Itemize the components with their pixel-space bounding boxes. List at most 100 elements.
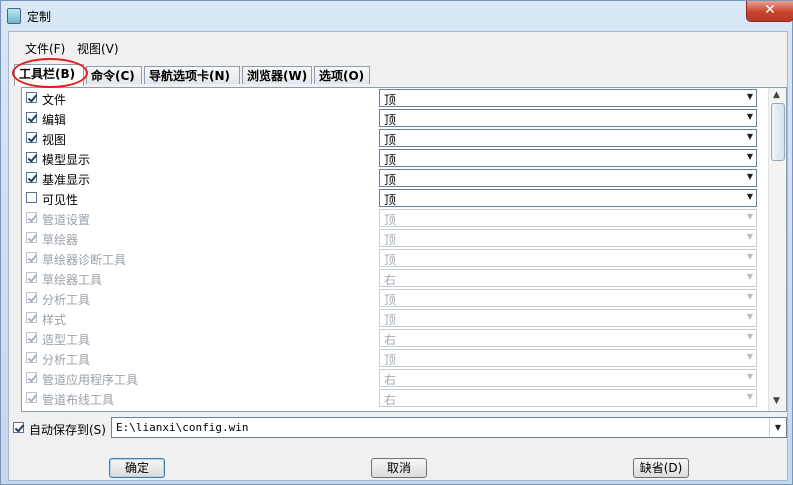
toolbar-position-value: 右: [384, 333, 397, 347]
toolbar-position-value: 顶: [384, 233, 397, 247]
autosave-checkbox[interactable]: [13, 422, 25, 433]
toolbar-row: 管道应用程序工具右 ▼: [22, 368, 764, 388]
check-icon: [27, 292, 38, 303]
toolbar-position-value: 右: [384, 373, 397, 387]
toolbar-position-select: 右 ▼: [379, 369, 757, 387]
toolbar-position-select: 顶 ▼: [379, 309, 757, 327]
menu-bar: 文件(F) 视图(V): [9, 32, 787, 58]
toolbar-checkbox[interactable]: [26, 152, 38, 163]
chevron-down-icon: ▼: [746, 392, 753, 401]
toolbar-label: 分析工具: [42, 353, 91, 367]
customize-dialog: 定制 ✕ 文件(F) 视图(V) 工具栏(B) 命令(C) 导航选项卡(N) 浏…: [0, 0, 793, 485]
toolbar-label: 样式: [42, 313, 67, 327]
chevron-down-icon: ▼: [746, 252, 753, 261]
annotation-highlight-circle: [12, 58, 88, 88]
chevron-down-icon: ▼: [746, 292, 753, 301]
toolbar-position-value: 顶: [384, 193, 397, 207]
toolbar-position-select[interactable]: 顶 ▼: [379, 149, 757, 167]
toolbar-position-value: 顶: [384, 93, 397, 107]
chevron-down-icon: ▼: [746, 332, 753, 341]
toolbar-row: 草绘器工具右 ▼: [22, 268, 764, 288]
toolbar-position-value: 顶: [384, 113, 397, 127]
scroll-down-icon[interactable]: ▼: [773, 396, 780, 406]
toolbar-row: 管道布线工具右 ▼: [22, 388, 764, 408]
check-icon: [27, 152, 38, 163]
tab-browser[interactable]: 浏览器(W): [242, 66, 312, 84]
tab-navigator[interactable]: 导航选项卡(N): [144, 66, 240, 84]
toolbar-label: 草绘器: [42, 233, 79, 247]
menu-file[interactable]: 文件(F): [25, 40, 65, 57]
toolbar-row: 文件顶 ▼: [22, 88, 764, 108]
toolbar-label: 模型显示: [42, 153, 91, 167]
window-title: 定制: [27, 10, 52, 24]
chevron-down-icon: ▼: [746, 132, 753, 141]
toolbar-row: 造型工具 右 ▼: [22, 328, 764, 348]
chevron-down-icon: ▼: [746, 212, 753, 221]
check-icon: [14, 422, 25, 433]
menu-view[interactable]: 视图(V): [77, 40, 119, 57]
toolbar-checkbox: [26, 212, 38, 223]
toolbar-position-select[interactable]: 顶 ▼: [379, 129, 757, 147]
vertical-scrollbar[interactable]: ▲ ▼: [768, 88, 786, 411]
toolbar-position-select: 顶 ▼: [379, 229, 757, 247]
toolbar-checkbox: [26, 252, 38, 263]
toolbar-position-select[interactable]: 顶 ▼: [379, 89, 757, 107]
app-icon: [7, 8, 21, 24]
toolbar-label: 可见性: [42, 193, 79, 207]
autosave-path-combobox[interactable]: E:\lianxi\config.win ▼: [111, 417, 787, 438]
chevron-down-icon: ▼: [746, 152, 753, 161]
toolbar-position-value: 顶: [384, 293, 397, 307]
toolbar-checkbox[interactable]: [26, 192, 37, 203]
close-button[interactable]: ✕: [746, 1, 793, 22]
check-icon: [27, 232, 38, 243]
check-icon: [27, 112, 38, 123]
toolbar-position-value: 顶: [384, 253, 397, 267]
check-icon: [27, 212, 38, 223]
toolbar-checkbox[interactable]: [26, 112, 38, 123]
toolbar-checkbox[interactable]: [26, 132, 38, 143]
dialog-body: 文件(F) 视图(V) 工具栏(B) 命令(C) 导航选项卡(N) 浏览器(W)…: [8, 31, 788, 481]
check-icon: [27, 372, 38, 383]
chevron-down-icon: ▼: [746, 172, 753, 181]
chevron-down-icon: ▼: [746, 312, 753, 321]
toolbar-checkbox[interactable]: [26, 92, 38, 103]
toolbar-checkbox: [26, 232, 38, 243]
toolbar-checkbox: [26, 352, 38, 363]
toolbar-position-value: 顶: [384, 133, 397, 147]
chevron-down-icon: ▼: [746, 272, 753, 281]
autosave-path-value: E:\lianxi\config.win: [116, 421, 249, 434]
check-icon: [27, 392, 38, 403]
scroll-thumb[interactable]: [771, 103, 785, 161]
toolbar-position-value: 顶: [384, 353, 397, 367]
toolbar-row: 视图顶 ▼: [22, 128, 764, 148]
title-bar[interactable]: 定制 ✕: [1, 1, 793, 31]
scroll-up-icon[interactable]: ▲: [773, 90, 780, 100]
toolbar-position-select[interactable]: 顶 ▼: [379, 169, 757, 187]
toolbar-position-select[interactable]: 顶 ▼: [379, 109, 757, 127]
ok-button[interactable]: 确定: [109, 458, 165, 478]
toolbar-row: 可见性顶 ▼: [22, 188, 764, 208]
default-button[interactable]: 缺省(D): [633, 458, 689, 478]
toolbar-position-select[interactable]: 顶 ▼: [379, 189, 757, 207]
toolbar-checkbox: [26, 292, 38, 303]
chevron-down-icon: ▼: [746, 192, 753, 201]
check-icon: [27, 92, 38, 103]
toolbar-label: 草绘器诊断工具: [42, 253, 127, 267]
tab-options[interactable]: 选项(O): [314, 66, 370, 84]
toolbar-label: 基准显示: [42, 173, 91, 187]
toolbar-checkbox: [26, 372, 38, 383]
toolbar-checkbox: [26, 332, 38, 343]
chevron-down-icon[interactable]: ▼: [769, 418, 786, 437]
toolbar-row: 草绘器 顶 ▼: [22, 228, 764, 248]
cancel-button[interactable]: 取消: [371, 458, 427, 478]
toolbar-label: 管道布线工具: [42, 393, 115, 407]
autosave-label: 自动保存到(S): [29, 423, 106, 437]
toolbar-checkbox[interactable]: [26, 172, 38, 183]
toolbar-checkbox: [26, 312, 38, 323]
toolbar-row: 分析工具 顶 ▼: [22, 348, 764, 368]
toolbar-position-value: 顶: [384, 313, 397, 327]
toolbar-position-value: 顶: [384, 153, 397, 167]
toolbar-label: 造型工具: [42, 333, 91, 347]
toolbar-position-select: 顶 ▼: [379, 349, 757, 367]
tab-commands[interactable]: 命令(C): [86, 66, 142, 84]
